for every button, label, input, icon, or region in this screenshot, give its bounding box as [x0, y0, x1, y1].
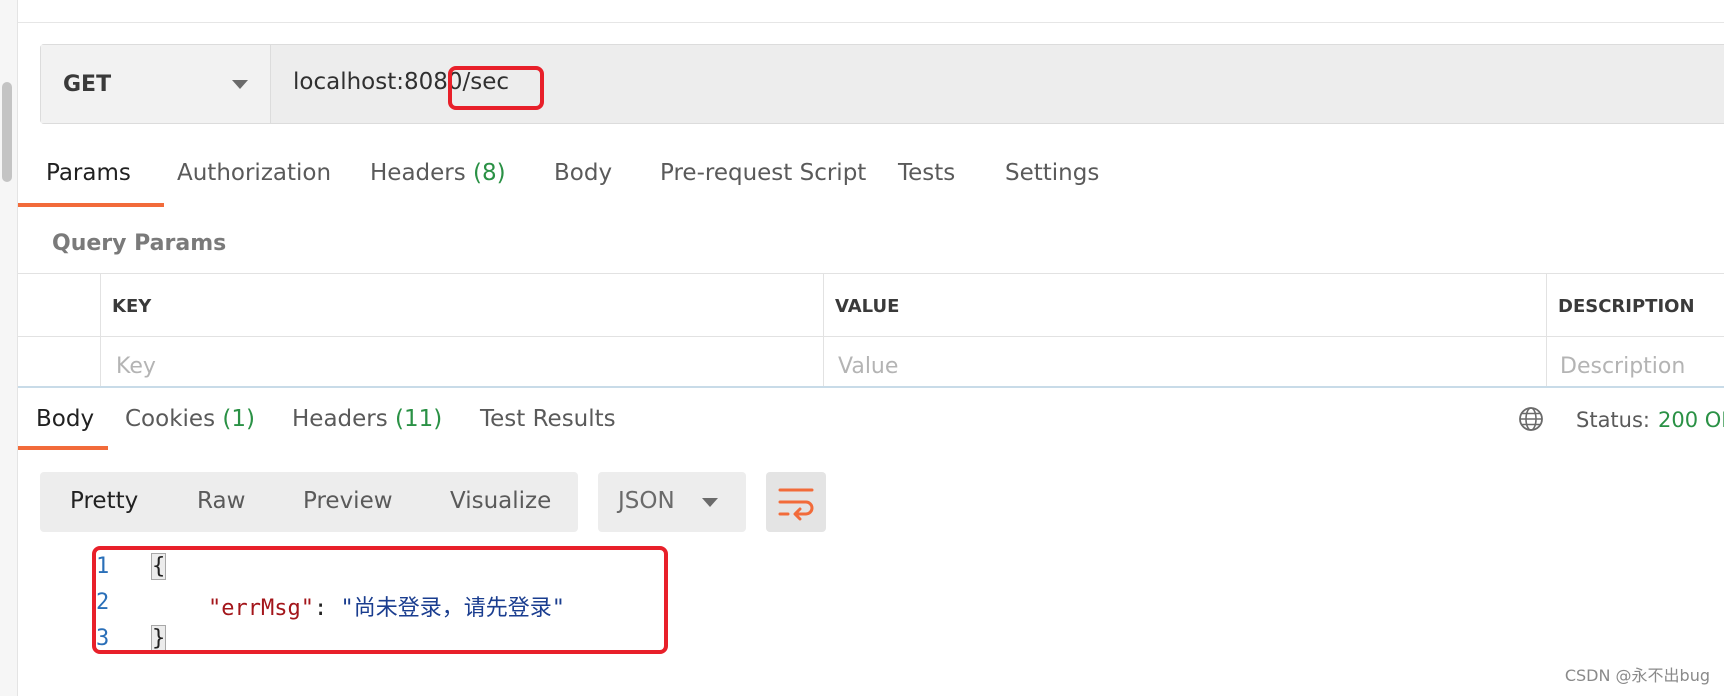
wrap-lines-button[interactable] — [766, 472, 826, 532]
status-label: Status: — [1576, 408, 1650, 432]
tab-body[interactable]: Body — [554, 160, 612, 186]
description-input[interactable]: Description — [1560, 354, 1685, 379]
request-bar: GET localhost:8080/sec — [40, 44, 1724, 124]
response-highlight-box — [92, 546, 668, 654]
status-value: 200 OK — [1658, 408, 1724, 432]
watermark: CSDN @永不出bug — [1564, 666, 1710, 685]
format-tabs: Pretty Raw Preview Visualize — [40, 472, 578, 532]
column-divider — [100, 274, 101, 386]
active-tab-indicator — [18, 203, 164, 207]
column-divider — [1546, 274, 1547, 386]
tab-pre-request-script[interactable]: Pre-request Script — [660, 160, 866, 186]
response-status: Status: 200 OK — [1576, 408, 1724, 432]
format-raw[interactable]: Raw — [197, 488, 245, 514]
column-divider — [823, 274, 824, 386]
tab-test-results[interactable]: Test Results — [480, 406, 616, 432]
active-response-tab-indicator — [18, 446, 108, 450]
globe-icon[interactable] — [1518, 406, 1544, 432]
headers-count: (8) — [473, 160, 506, 186]
column-key: KEY — [112, 296, 152, 317]
chevron-down-icon — [232, 80, 248, 89]
language-label: JSON — [618, 488, 675, 514]
tab-authorization[interactable]: Authorization — [177, 160, 331, 186]
wrap-lines-icon — [778, 488, 814, 521]
query-params-title: Query Params — [52, 231, 227, 256]
left-scrollbar[interactable] — [0, 0, 18, 696]
language-select[interactable]: JSON — [598, 472, 746, 532]
tab-params[interactable]: Params — [46, 160, 131, 186]
scrollbar-thumb[interactable] — [2, 82, 12, 182]
format-visualize[interactable]: Visualize — [450, 488, 551, 514]
pane-splitter[interactable] — [18, 386, 1724, 388]
chevron-down-icon — [702, 498, 718, 507]
key-input[interactable]: Key — [116, 354, 156, 379]
tab-tests[interactable]: Tests — [898, 160, 955, 186]
format-pretty[interactable]: Pretty — [70, 488, 138, 514]
tab-response-body[interactable]: Body — [36, 406, 94, 432]
column-description: DESCRIPTION — [1558, 296, 1695, 317]
cookies-count: (1) — [222, 406, 255, 432]
tab-response-headers[interactable]: Headers (11) — [292, 406, 442, 432]
top-divider — [18, 22, 1724, 23]
method-label: GET — [63, 71, 112, 97]
tab-headers[interactable]: Headers (8) — [370, 160, 506, 186]
tab-cookies[interactable]: Cookies (1) — [125, 406, 255, 432]
column-value: VALUE — [835, 296, 900, 317]
header-divider — [18, 336, 1724, 337]
query-params-table: KEY VALUE DESCRIPTION Key Value Descript… — [18, 273, 1724, 386]
value-input[interactable]: Value — [838, 354, 898, 379]
tab-settings[interactable]: Settings — [1005, 160, 1099, 186]
url-highlight-box — [448, 66, 544, 110]
method-select[interactable]: GET — [41, 45, 271, 123]
response-headers-count: (11) — [395, 406, 443, 432]
format-preview[interactable]: Preview — [303, 488, 393, 514]
